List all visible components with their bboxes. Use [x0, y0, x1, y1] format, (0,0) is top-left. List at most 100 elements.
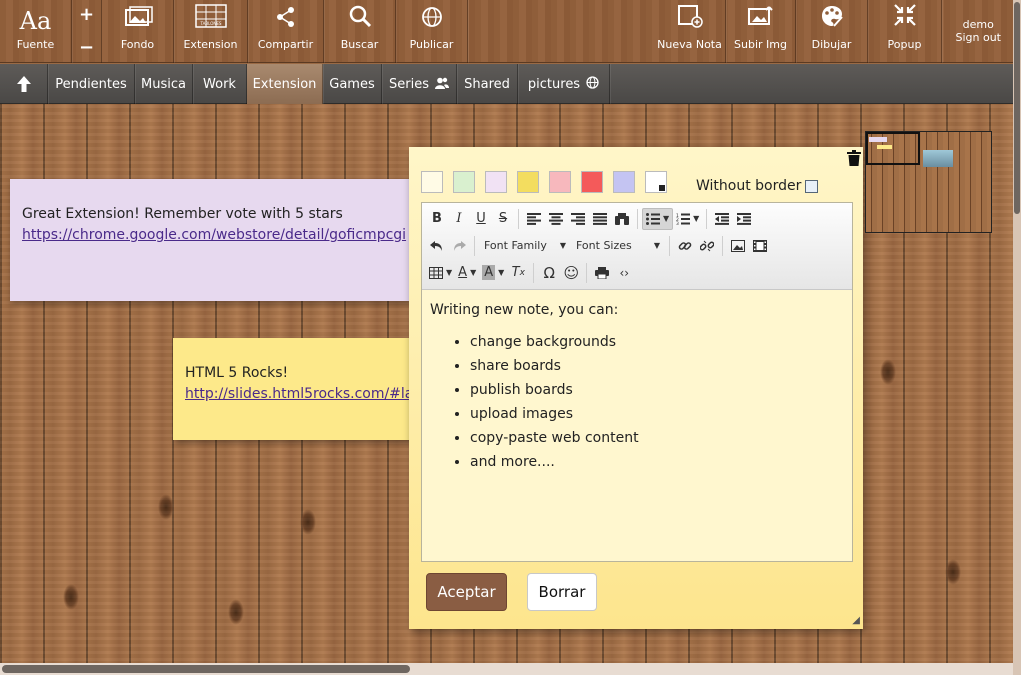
- strikethrough-icon[interactable]: S: [492, 208, 514, 230]
- outdent-icon[interactable]: [711, 208, 733, 230]
- username: demo: [962, 18, 994, 31]
- sticky-note[interactable]: Great Extension! Remember vote with 5 st…: [10, 179, 410, 301]
- bold-icon[interactable]: B: [426, 208, 448, 230]
- svg-text:TABLONES: TABLONES: [199, 21, 221, 26]
- custom-color-swatch[interactable]: [645, 171, 667, 193]
- table-icon[interactable]: ▼: [426, 262, 455, 284]
- sticky-note[interactable]: HTML 5 Rocks! http://slides.html5rocks.c…: [173, 338, 413, 440]
- clear-format-icon[interactable]: Tx: [507, 262, 529, 284]
- wood-knot: [300, 509, 316, 535]
- underline-icon[interactable]: U: [470, 208, 492, 230]
- clear-button[interactable]: Borrar: [527, 573, 597, 611]
- list-item: and more....: [470, 450, 844, 474]
- publish-label: Publicar: [409, 38, 454, 51]
- wood-knot: [63, 584, 79, 610]
- vertical-scrollbar[interactable]: [1013, 0, 1021, 675]
- source-code-icon[interactable]: ‹›: [613, 262, 635, 284]
- background-button[interactable]: Fondo: [102, 0, 174, 63]
- tab-series[interactable]: Series: [382, 64, 457, 104]
- background-label: Fondo: [120, 38, 155, 51]
- trash-icon[interactable]: [847, 150, 861, 170]
- text-color-icon[interactable]: A ▼: [455, 262, 479, 284]
- tab-label: Series: [389, 76, 429, 92]
- board-minimap[interactable]: [865, 131, 992, 233]
- minimap-image: [923, 150, 953, 167]
- extension-button[interactable]: TABLONES Extension: [174, 0, 248, 63]
- note-link[interactable]: http://slides.html5rocks.com/#la: [185, 386, 413, 402]
- indent-icon[interactable]: [733, 208, 755, 230]
- italic-icon[interactable]: I: [448, 208, 470, 230]
- wood-knot: [945, 559, 961, 585]
- color-swatch[interactable]: [613, 171, 635, 193]
- without-border-checkbox[interactable]: [805, 179, 819, 193]
- justify-icon[interactable]: [589, 208, 611, 230]
- editor-content[interactable]: Writing new note, you can: change backgr…: [422, 290, 852, 482]
- extension-label: Extension: [183, 38, 238, 51]
- find-icon[interactable]: [611, 208, 633, 230]
- insert-image-icon[interactable]: [727, 235, 749, 257]
- font-size-controls: + −: [72, 0, 102, 63]
- tab-shared[interactable]: Shared: [457, 64, 518, 104]
- publish-button[interactable]: Publicar: [396, 0, 468, 63]
- color-swatch[interactable]: [453, 171, 475, 193]
- font-icon: Aa: [19, 7, 52, 35]
- undo-icon[interactable]: [426, 235, 448, 257]
- resize-handle-icon[interactable]: ◢: [852, 615, 860, 626]
- list-item: publish boards: [470, 378, 844, 402]
- horizontal-scroll-thumb[interactable]: [2, 665, 410, 673]
- minimap-note: [869, 137, 887, 142]
- popup-label: Popup: [887, 38, 922, 51]
- font-sizes-select[interactable]: Font Sizes ▼: [571, 235, 665, 257]
- emoticon-icon[interactable]: ☺: [560, 262, 582, 284]
- upload-image-button[interactable]: Subir Img: [726, 0, 796, 63]
- list-item: change backgrounds: [470, 330, 844, 354]
- tab-label: Extension: [252, 76, 317, 92]
- toolbar-separator: [518, 208, 519, 229]
- increase-font-icon[interactable]: +: [72, 4, 101, 25]
- popup-button[interactable]: Popup: [868, 0, 942, 63]
- new-note-button[interactable]: Nueva Nota: [654, 0, 726, 63]
- tab-pendientes[interactable]: Pendientes: [48, 64, 135, 104]
- color-swatch[interactable]: [517, 171, 539, 193]
- draw-button[interactable]: Dibujar: [796, 0, 868, 63]
- vertical-scroll-thumb[interactable]: [1014, 2, 1020, 214]
- sign-out-link[interactable]: Sign out: [955, 31, 1001, 44]
- search-button[interactable]: Buscar: [324, 0, 396, 63]
- share-button[interactable]: Compartir: [248, 0, 324, 63]
- font-button[interactable]: Aa Fuente: [0, 0, 72, 63]
- align-left-icon[interactable]: [523, 208, 545, 230]
- tab-label: Pendientes: [55, 76, 127, 92]
- horizontal-scrollbar[interactable]: [0, 663, 1013, 675]
- tab-extension[interactable]: Extension: [247, 64, 323, 104]
- toolbar-separator: [533, 262, 535, 283]
- align-right-icon[interactable]: [567, 208, 589, 230]
- tab-pictures[interactable]: pictures: [518, 64, 610, 104]
- toolbar-separator: [706, 208, 708, 229]
- color-swatch[interactable]: [581, 171, 603, 193]
- image-icon: [123, 6, 153, 32]
- tab-label: Work: [203, 76, 236, 92]
- color-swatch[interactable]: [549, 171, 571, 193]
- print-icon[interactable]: [591, 262, 613, 284]
- toolbar-separator: [669, 235, 670, 256]
- tab-work[interactable]: Work: [193, 64, 247, 104]
- color-swatch[interactable]: [485, 171, 507, 193]
- special-char-icon[interactable]: Ω: [538, 262, 560, 284]
- decrease-font-icon[interactable]: −: [72, 37, 101, 58]
- up-arrow-icon[interactable]: [0, 64, 48, 104]
- redo-icon[interactable]: [448, 235, 470, 257]
- align-center-icon[interactable]: [545, 208, 567, 230]
- note-link[interactable]: https://chrome.google.com/webstore/detai…: [22, 227, 406, 243]
- without-border-option[interactable]: Without border: [696, 178, 819, 194]
- bullet-list-icon[interactable]: ▼: [642, 207, 674, 230]
- accept-button[interactable]: Aceptar: [426, 573, 507, 611]
- color-swatch[interactable]: [421, 171, 443, 193]
- tab-games[interactable]: Games: [323, 64, 382, 104]
- background-color-icon[interactable]: A ▼: [479, 262, 507, 284]
- insert-video-icon[interactable]: [749, 235, 771, 257]
- numbered-list-icon[interactable]: 1 2 3 ▼: [673, 208, 702, 230]
- unlink-icon[interactable]: [696, 235, 718, 257]
- font-family-select[interactable]: Font Family ▼: [479, 235, 571, 257]
- tab-musica[interactable]: Musica: [135, 64, 193, 104]
- link-icon[interactable]: [674, 235, 696, 257]
